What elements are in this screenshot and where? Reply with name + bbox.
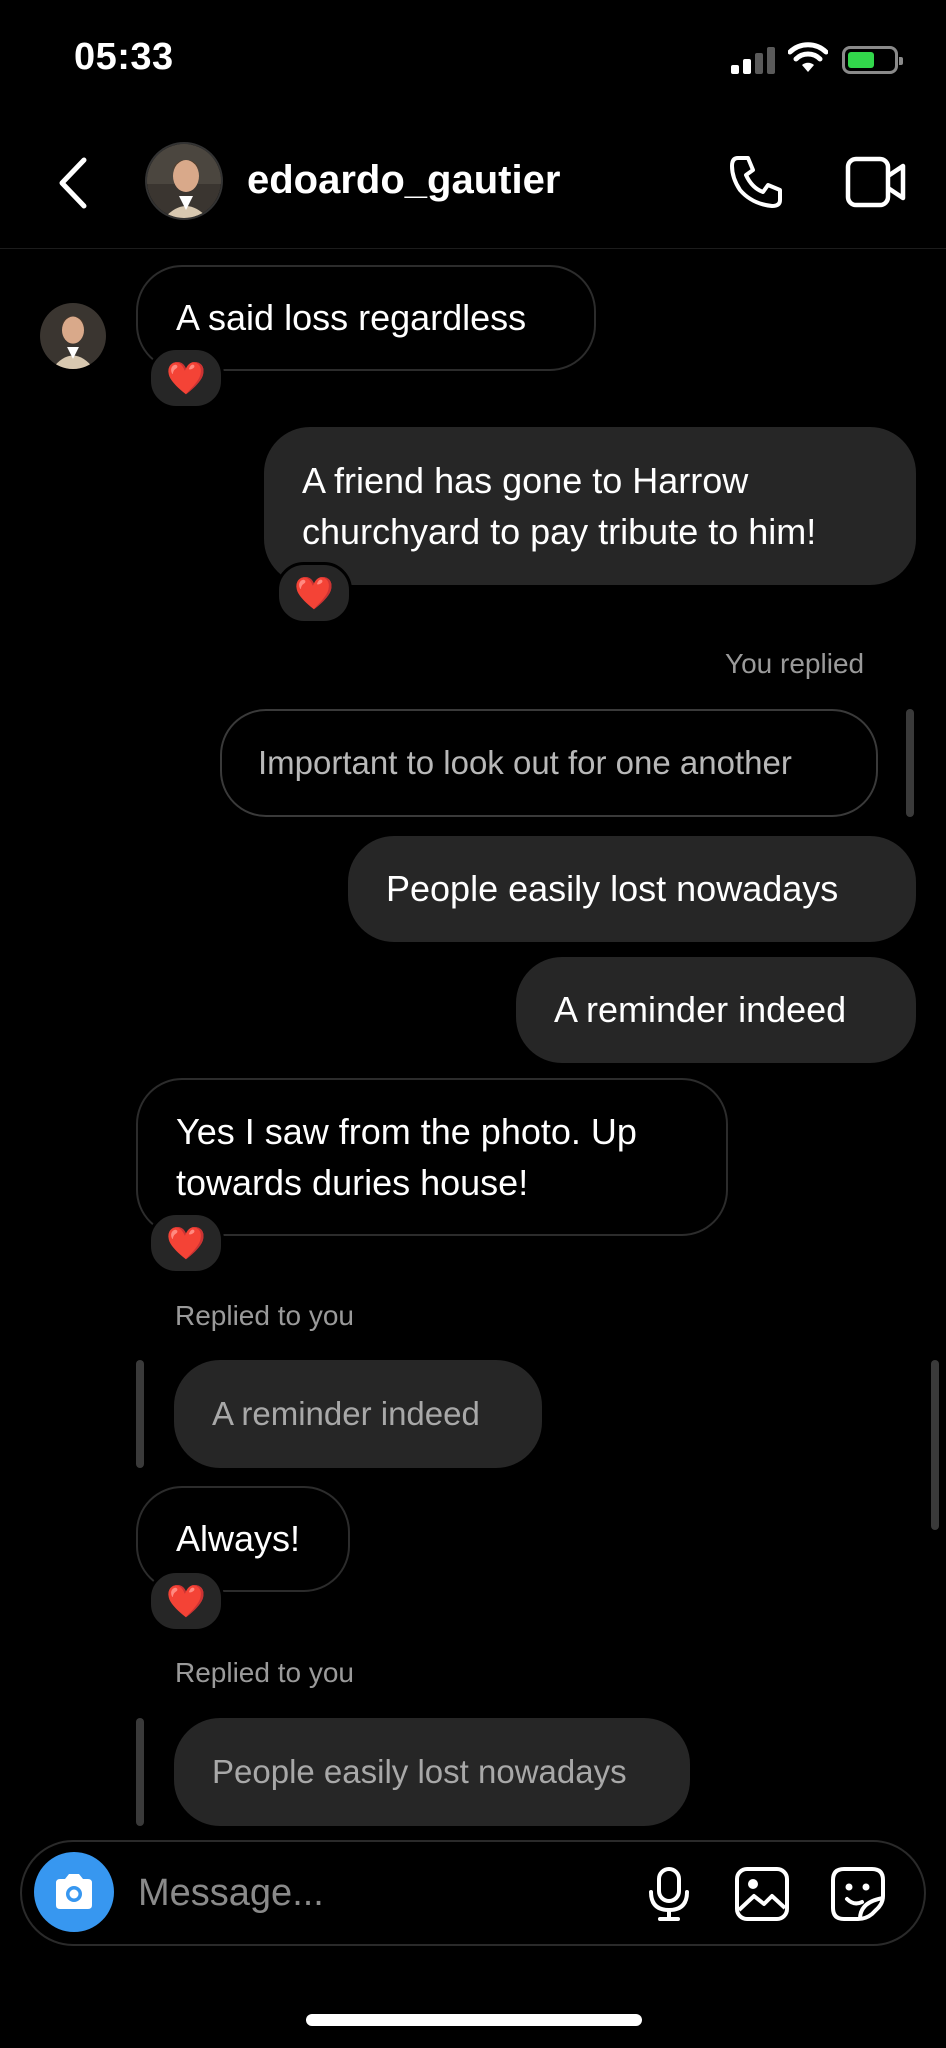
camera-icon[interactable] [34, 1852, 114, 1932]
quoted-reply[interactable]: A reminder indeed [174, 1360, 542, 1468]
microphone-icon[interactable] [646, 1866, 692, 1922]
reply-label: Replied to you [175, 1657, 355, 1688]
quoted-reply[interactable]: People easily lost nowadays [174, 1718, 690, 1826]
reply-indicator [136, 1718, 144, 1826]
reply-indicator [136, 1360, 144, 1468]
avatar[interactable] [40, 303, 106, 369]
message-bubble-outgoing[interactable]: A reminder indeed [516, 957, 916, 1063]
reply-label: Replied to you [175, 1300, 355, 1331]
chevron-left-icon[interactable] [56, 156, 90, 210]
video-camera-icon[interactable] [845, 156, 907, 208]
home-indicator[interactable] [306, 2014, 642, 2026]
wifi-icon [788, 42, 828, 72]
reply-indicator [906, 709, 914, 817]
heart-reaction[interactable]: ❤️ [148, 1212, 224, 1274]
phone-icon[interactable] [726, 152, 786, 212]
quoted-reply[interactable]: Important to look out for one another [220, 709, 878, 817]
heart-reaction[interactable]: ❤️ [276, 562, 352, 624]
image-icon[interactable] [734, 1866, 790, 1922]
message-input[interactable] [136, 1866, 600, 1920]
reply-label: You replied [725, 648, 865, 679]
avatar[interactable] [145, 142, 223, 220]
status-time: 05:33 [74, 36, 174, 78]
message-bubble-incoming[interactable]: Yes I saw from the photo. Up towards dur… [136, 1078, 728, 1236]
username[interactable]: edoardo_gautier [247, 158, 560, 203]
heart-reaction[interactable]: ❤️ [148, 1570, 224, 1632]
signal-icon [731, 47, 775, 74]
scrollbar[interactable] [931, 1360, 939, 1530]
message-bubble-outgoing[interactable]: A friend has gone to Harrow churchyard t… [264, 427, 916, 585]
sticker-icon[interactable] [830, 1866, 886, 1922]
header-divider [0, 248, 946, 249]
message-bubble-outgoing[interactable]: People easily lost nowadays [348, 836, 916, 942]
heart-reaction[interactable]: ❤️ [148, 347, 224, 409]
battery-icon [842, 46, 903, 74]
